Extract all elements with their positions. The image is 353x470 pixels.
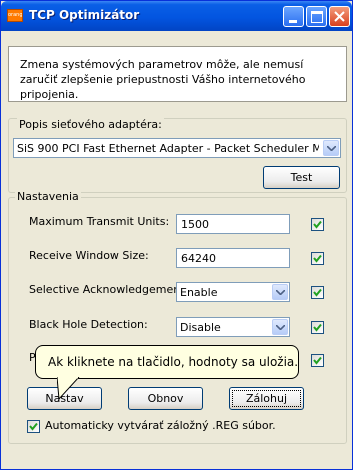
close-button[interactable] [329,6,350,27]
checkmark-icon [313,254,322,263]
backup-checkbox[interactable] [27,420,40,433]
checkmark-icon [313,220,322,229]
maximize-icon [311,11,323,23]
backup-checkbox-label: Automaticky vytvárať záložný .REG súbor. [45,419,276,432]
window-title: TCP Optimizátor [29,8,140,22]
settings-group-label: Nastavenia [15,190,81,203]
tcp-optimizer-window: orange TCP Optimizátor Zmena systémových… [0,0,353,470]
receive-window-label: Receive Window Size: [29,249,149,262]
black-hole-value: Disable [180,321,221,334]
minimize-button[interactable] [283,6,304,27]
info-panel: Zmena systémových parametrov môže, ale n… [8,46,347,102]
selective-ack-value: Enable [180,286,218,299]
app-logo-icon: orange [7,9,23,22]
maximize-button[interactable] [306,6,327,27]
chevron-down-icon[interactable] [272,319,288,335]
chevron-down-icon[interactable] [323,140,339,156]
obnov-button[interactable]: Obnov [128,387,203,410]
close-icon [334,11,345,22]
checkmark-icon [29,422,38,431]
adapter-select[interactable]: SiS 900 PCI Fast Ethernet Adapter - Pack… [13,138,341,158]
adapter-group: Popis sieťového adaptéra: SiS 900 PCI Fa… [8,118,347,193]
mtu-input[interactable]: 1500 [176,214,290,234]
mtu-checkbox[interactable] [311,218,324,231]
receive-window-input[interactable]: 64240 [176,248,290,268]
black-hole-select[interactable]: Disable [176,317,290,337]
adapter-select-value: SiS 900 PCI Fast Ethernet Adapter - Pack… [17,142,319,155]
black-hole-checkbox[interactable] [311,321,324,334]
black-hole-label: Black Hole Detection: [29,318,148,331]
path-mtu-checkbox[interactable] [311,354,324,367]
receive-window-value: 64240 [181,252,216,265]
mtu-label: Maximum Transmit Units: [29,215,170,228]
tooltip-text: Ak kliknete na tlačidlo, hodnoty sa ulož… [48,355,299,369]
checkmark-icon [313,323,322,332]
selective-ack-checkbox[interactable] [311,286,324,299]
settings-group: Nastavenia Maximum Transmit Units: 1500 … [8,190,347,444]
chevron-down-icon[interactable] [272,284,288,300]
selective-ack-select[interactable]: Enable [176,282,290,302]
tooltip-tail [57,377,80,401]
title-bar[interactable]: orange TCP Optimizátor [1,1,352,31]
checkmark-icon [313,288,322,297]
receive-window-checkbox[interactable] [311,252,324,265]
zalohuj-button[interactable]: Zálohuj [229,387,304,410]
test-button[interactable]: Test [263,166,340,189]
mtu-value: 1500 [181,218,209,231]
adapter-group-label: Popis sieťového adaptéra: [17,118,164,131]
selective-ack-label: Selective Acknowledgement: [29,283,189,296]
minimize-icon [289,20,297,23]
info-text: Zmena systémových parametrov môže, ale n… [20,58,306,101]
checkmark-icon [313,356,322,365]
tooltip-balloon: Ak kliknete na tlačidlo, hodnoty sa ulož… [35,345,299,379]
